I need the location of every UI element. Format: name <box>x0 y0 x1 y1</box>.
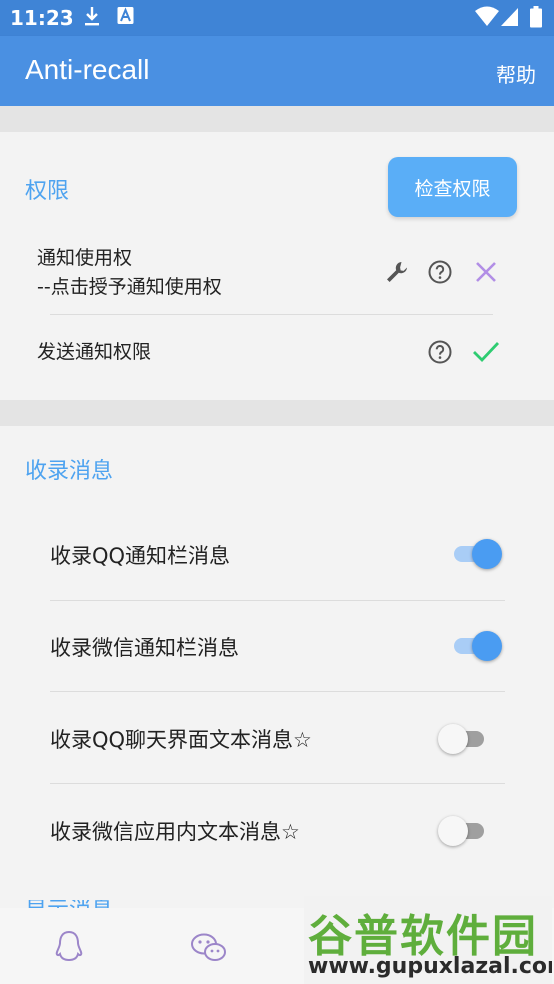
wrench-icon[interactable] <box>384 259 410 289</box>
toggle-thumb <box>472 539 502 569</box>
toggle-thumb <box>438 816 468 846</box>
help-circle-icon[interactable] <box>428 340 452 368</box>
wechat-icon[interactable] <box>190 932 228 968</box>
help-button[interactable]: 帮助 <box>496 59 536 88</box>
permission-label[interactable]: 发送通知权限 <box>37 338 151 366</box>
divider <box>50 691 505 692</box>
permission-label: 通知使用权 <box>37 247 133 269</box>
wifi-icon <box>475 6 499 32</box>
section-gap <box>0 400 554 426</box>
check-permissions-button[interactable]: 检查权限 <box>388 157 517 217</box>
download-icon <box>83 6 101 32</box>
toggle-thumb <box>438 724 468 754</box>
watermark-url: www.gupuxlazal.com <box>308 954 552 979</box>
app-title: Anti-recall <box>25 54 150 85</box>
qq-penguin-icon[interactable] <box>54 930 84 968</box>
app-bar: Anti-recall 帮助 <box>0 36 554 106</box>
section-gap <box>0 106 554 132</box>
permission-hint: --点击授予通知使用权 <box>37 276 222 298</box>
permissions-title: 权限 <box>25 179 70 204</box>
record-row-label: 收录QQ通知栏消息 <box>50 544 231 568</box>
battery-icon <box>530 6 542 32</box>
status-bar: 11:23 <box>0 0 554 36</box>
record-row-label: 收录微信应用内文本消息☆ <box>50 820 300 844</box>
check-icon <box>472 340 500 368</box>
record-row-label: 收录微信通知栏消息 <box>50 636 239 660</box>
record-title: 收录消息 <box>25 459 114 484</box>
record-qq-chat-text-toggle[interactable] <box>438 722 490 754</box>
status-time: 11:23 <box>10 6 74 30</box>
help-circle-icon[interactable] <box>428 260 452 288</box>
record-row-label: 收录QQ聊天界面文本消息☆ <box>50 728 312 752</box>
record-wechat-notification-toggle[interactable] <box>450 629 502 661</box>
toggle-thumb <box>472 631 502 661</box>
watermark: 谷普软件园 www.gupuxlazal.com <box>304 896 552 984</box>
divider <box>50 783 505 784</box>
signal-icon <box>500 6 520 32</box>
font-a-icon <box>117 6 134 30</box>
record-wechat-in-app-text-toggle[interactable] <box>438 814 490 846</box>
divider <box>50 600 505 601</box>
check-permissions-label: 检查权限 <box>414 177 491 200</box>
cross-icon <box>474 260 498 288</box>
divider <box>50 314 493 315</box>
record-qq-notification-toggle[interactable] <box>450 537 502 569</box>
